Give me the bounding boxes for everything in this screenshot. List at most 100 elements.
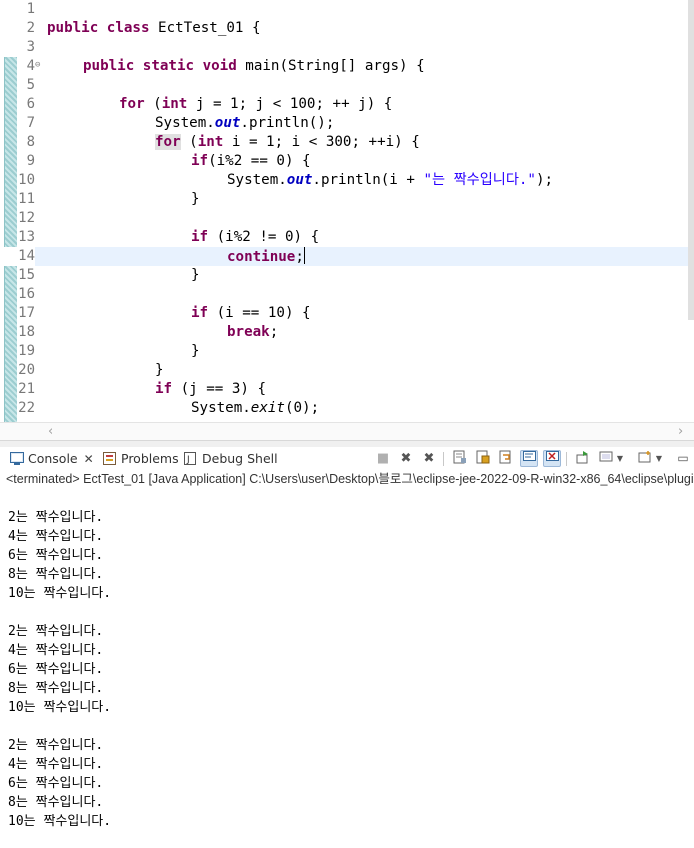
code-line: 15 } <box>0 266 694 285</box>
vertical-scrollbar[interactable] <box>688 0 694 320</box>
code-line: 10 System.out.println(i + "는 짝수입니다."); <box>0 171 694 190</box>
line-number: 2 <box>26 20 35 36</box>
line-number: 13 <box>18 229 35 245</box>
console-output[interactable]: 2는 짝수입니다. 4는 짝수입니다. 6는 짝수입니다. 8는 짝수입니다. 10는 … <box>0 488 694 848</box>
line-number: 17 <box>18 305 35 321</box>
line-number: 5 <box>26 77 35 93</box>
code-text: } <box>191 343 200 359</box>
view-sash[interactable] <box>0 440 694 447</box>
console-output-line: 8는 짝수입니다. <box>8 795 104 810</box>
code-text: break; <box>227 324 279 340</box>
show-stderr-icon[interactable] <box>543 450 561 467</box>
code-editor[interactable]: 1 2 public class EctTest_01 { 3 4 ⊖ publ… <box>0 0 694 440</box>
code-line: 7 System.out.println(); <box>0 114 694 133</box>
console-output-line: 4는 짝수입니다. <box>8 529 104 544</box>
line-number: 1 <box>26 1 35 17</box>
code-line: 1 <box>0 0 694 19</box>
code-line: 9 if(i%2 == 0) { <box>0 152 694 171</box>
tab-problems[interactable]: Problems <box>103 450 179 468</box>
code-line: 20 } <box>0 361 694 380</box>
horizontal-scrollbar[interactable]: ‹ › <box>0 422 694 440</box>
remove-all-icon[interactable]: ✖ <box>420 450 438 467</box>
line-number: 22 <box>18 400 35 416</box>
pin-console-icon[interactable] <box>574 450 592 467</box>
text-caret <box>303 247 305 264</box>
debug-shell-icon: J <box>184 452 198 465</box>
code-line: 19 } <box>0 342 694 361</box>
code-line: 3 <box>0 38 694 57</box>
line-number: 4 <box>26 58 35 74</box>
open-console-icon[interactable] <box>636 450 654 467</box>
line-number: 18 <box>18 324 35 340</box>
line-number: 19 <box>18 343 35 359</box>
code-text: for (int j = 1; j < 100; ++ j) { <box>119 96 393 112</box>
console-output-line: 2는 짝수입니다. <box>8 738 104 753</box>
console-output-line: 4는 짝수입니다. <box>8 757 104 772</box>
code-line: 16 <box>0 285 694 304</box>
line-number: 9 <box>26 153 35 169</box>
code-line: 21 if (j == 3) { <box>0 380 694 399</box>
problems-icon <box>103 452 117 465</box>
clear-console-icon[interactable] <box>451 450 469 467</box>
show-stdout-icon[interactable] <box>520 450 538 467</box>
line-number: 10 <box>18 172 35 188</box>
tab-console[interactable]: Console ✕ <box>10 450 94 468</box>
fold-collapse-icon[interactable]: ⊖ <box>35 59 40 71</box>
minimize-icon[interactable]: ▭ <box>674 450 692 467</box>
line-number: 3 <box>26 39 35 55</box>
tab-debug-shell[interactable]: J Debug Shell <box>184 450 278 468</box>
close-icon[interactable]: ✕ <box>84 452 94 466</box>
tab-problems-label: Problems <box>121 451 179 466</box>
line-number: 14 <box>0 247 35 266</box>
scroll-left-icon[interactable]: ‹ <box>48 424 53 439</box>
console-output-line: 6는 짝수입니다. <box>8 548 104 563</box>
line-number: 20 <box>18 362 35 378</box>
console-output-line: 8는 짝수입니다. <box>8 567 104 582</box>
code-line: 8 for (int i = 1; i < 300; ++i) { <box>0 133 694 152</box>
code-text: } <box>191 267 200 283</box>
console-output-line: 10는 짝수입니다. <box>8 586 112 601</box>
console-output-line: 10는 짝수입니다. <box>8 700 112 715</box>
code-text: System.out.println(i + "는 짝수입니다."); <box>227 172 554 188</box>
word-wrap-icon[interactable] <box>497 450 515 467</box>
line-number: 21 <box>18 381 35 397</box>
terminate-icon[interactable]: ■ <box>374 450 392 467</box>
console-output-line: 6는 짝수입니다. <box>8 776 104 791</box>
line-number: 8 <box>26 134 35 150</box>
console-output-line: 2는 짝수입니다. <box>8 624 104 639</box>
code-line: 17 if (i == 10) { <box>0 304 694 323</box>
line-number: 11 <box>18 191 35 207</box>
scroll-lock-icon[interactable] <box>474 450 492 467</box>
code-text: public static void main(String[] args) { <box>83 58 425 74</box>
code-line: 6 for (int j = 1; j < 100; ++ j) { <box>0 95 694 114</box>
svg-text:J: J <box>186 455 190 465</box>
code-line: 4 ⊖ public static void main(String[] arg… <box>0 57 694 76</box>
tab-console-label: Console <box>28 451 78 466</box>
tab-debug-shell-label: Debug Shell <box>202 451 278 466</box>
console-icon <box>10 452 24 465</box>
process-status-line: <terminated> EctTest_01 [Java Applicatio… <box>0 470 694 488</box>
chevron-down-icon[interactable]: ▼ <box>654 450 664 467</box>
code-text: if (j == 3) { <box>155 381 267 397</box>
code-text: System.exit(0); <box>191 400 320 416</box>
code-text: if(i%2 == 0) { <box>191 153 311 169</box>
chevron-down-icon[interactable]: ▼ <box>615 450 625 467</box>
code-text: System.out.println(); <box>155 115 335 131</box>
code-text: if (i == 10) { <box>191 305 311 321</box>
line-number: 6 <box>26 96 35 112</box>
code-text: } <box>155 362 164 378</box>
line-number: 16 <box>18 286 35 302</box>
code-text: for (int i = 1; i < 300; ++i) { <box>155 134 420 150</box>
code-text: } <box>191 191 200 207</box>
line-number: 15 <box>18 267 35 283</box>
code-line: 18 break; <box>0 323 694 342</box>
code-line: 2 public class EctTest_01 { <box>0 19 694 38</box>
code-text: continue; <box>227 247 305 265</box>
scroll-right-icon[interactable]: › <box>678 424 683 439</box>
console-output-line: 6는 짝수입니다. <box>8 662 104 677</box>
remove-launch-icon[interactable]: ✖ <box>397 450 415 467</box>
current-code-line: 14 continue; <box>0 247 694 266</box>
line-number: 12 <box>18 210 35 226</box>
toolbar-separator <box>443 452 444 466</box>
display-console-icon[interactable] <box>597 450 615 467</box>
